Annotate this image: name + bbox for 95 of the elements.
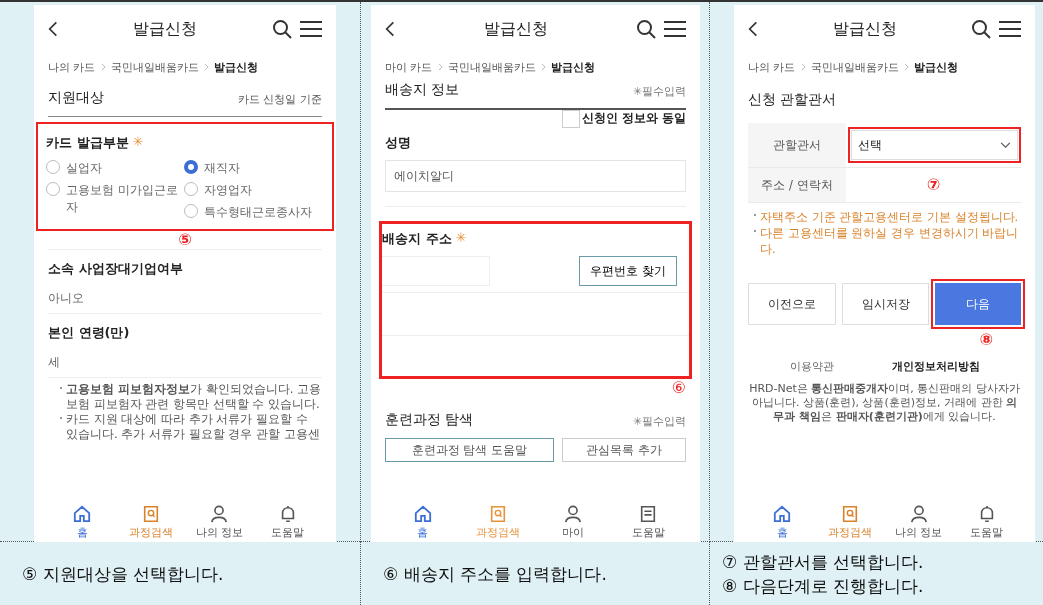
book-icon[interactable] xyxy=(639,504,658,523)
nav-label[interactable]: 도움말 xyxy=(970,524,1004,540)
nav-label[interactable]: 도움말 xyxy=(631,524,665,540)
group-label: 카드 발급부분 xyxy=(46,134,129,152)
chevron-down-icon xyxy=(1000,141,1011,149)
nav-label[interactable]: 나의 정보 xyxy=(894,524,943,540)
chevron-right-icon xyxy=(800,63,806,71)
section-note: 카드 신청일 기준 xyxy=(238,92,322,107)
step-caption: ⑧ 다음단계로 진행합니다. xyxy=(722,575,925,598)
step-marker: ⑦ xyxy=(926,176,941,194)
step-marker: ⑧ xyxy=(979,331,993,349)
field-value: 아니오 xyxy=(48,290,85,307)
search-help-button[interactable]: 관심목록 추가 xyxy=(561,438,686,462)
search-help-button[interactable]: 훈련과정 탐색 도움말 xyxy=(385,438,554,462)
step-marker: ⑥ xyxy=(671,379,686,397)
postcode-search-button[interactable]: 우편번호 찾기 xyxy=(579,256,677,286)
field-label: 본인 연령(만) xyxy=(48,324,131,342)
row-label: 주소 / 연락처 xyxy=(760,177,834,193)
step-caption: ⑥ 배송지 주소를 입력합니다. xyxy=(383,563,608,586)
search-icon[interactable] xyxy=(971,19,991,39)
step-caption: ⑤ 지원대상을 선택합니다. xyxy=(22,563,225,586)
required-mark: ✳ xyxy=(132,134,144,151)
action-button[interactable]: 이전으로 xyxy=(748,283,836,325)
menu-icon[interactable] xyxy=(300,20,322,38)
section-title: 배송지 정보 xyxy=(385,81,460,99)
note-text: 카드 지원 대상에 따라 추가 서류가 필요할 수 있습니다. 추가 서류가 필요할 경우 관할 고용센 xyxy=(66,412,321,442)
chevron-right-icon xyxy=(540,63,546,71)
screen-title: 발급신청 xyxy=(832,18,897,40)
nav-label[interactable]: 나의 정보 xyxy=(195,524,243,540)
breadcrumb-link[interactable]: 나의 카드 xyxy=(748,59,796,75)
footer-link[interactable]: 개인정보처리방침 xyxy=(891,359,980,374)
breadcrumb-link[interactable]: 마이 카드 xyxy=(385,59,433,75)
option-label: 실업자 xyxy=(66,160,103,177)
group-label: 배송지 주소 xyxy=(382,230,452,248)
search-icon[interactable] xyxy=(636,19,656,39)
breadcrumb-link[interactable]: 국민내일배움카드 xyxy=(110,59,199,75)
section-title: 지원대상 xyxy=(48,89,104,107)
chevron-right-icon xyxy=(903,63,909,71)
action-button[interactable]: 임시저장 xyxy=(841,283,930,325)
home-icon[interactable] xyxy=(413,504,432,523)
person-icon[interactable] xyxy=(210,504,229,523)
option-label: 특수형태근로종사자 xyxy=(204,204,313,221)
chevron-right-icon xyxy=(437,63,443,71)
screen-title: 발급신청 xyxy=(133,18,197,40)
search-document-icon[interactable] xyxy=(841,504,860,523)
breadcrumb-link[interactable]: 나의 카드 xyxy=(48,59,96,75)
person-icon[interactable] xyxy=(564,504,583,523)
breadcrumb-link[interactable]: 발급신청 xyxy=(550,59,595,75)
home-icon[interactable] xyxy=(773,504,792,523)
chevron-right-icon xyxy=(203,63,209,71)
field-value: 세 xyxy=(48,354,61,371)
search-icon[interactable] xyxy=(272,19,292,39)
field-label: 성명 xyxy=(385,134,412,152)
back-icon[interactable] xyxy=(748,20,758,38)
required-mark: ✳ xyxy=(455,230,467,247)
office-select[interactable]: 선택 xyxy=(848,127,1021,163)
option-label: 재직자 xyxy=(204,160,241,177)
back-icon[interactable] xyxy=(385,20,395,38)
nav-label[interactable]: 도움말 xyxy=(271,524,305,540)
notice-text: 자택주소 기준 관할고용센터로 기본 설정됩니다. xyxy=(760,209,1019,225)
required-note: ✳필수입력 xyxy=(632,84,686,99)
nav-label[interactable]: 홈 xyxy=(417,524,429,540)
nav-label[interactable]: 홈 xyxy=(76,524,88,540)
postcode-input[interactable] xyxy=(382,256,490,286)
checkbox-label: 신청인 정보와 동일 xyxy=(581,110,686,127)
section-title: 훈련과정 탐색 xyxy=(385,411,474,429)
radio-button[interactable] xyxy=(184,160,198,174)
step-caption: ⑦ 관할관서를 선택합니다. xyxy=(722,551,925,574)
menu-icon[interactable] xyxy=(664,20,686,38)
name-input[interactable]: 에이치알디 xyxy=(385,160,686,192)
home-icon[interactable] xyxy=(73,504,92,523)
back-icon[interactable] xyxy=(48,20,58,38)
footer-text: HRD-Net은 통신판매중개자이며, 통신판매의 당사자가 아닙니다. 상품(훈련), 상품(훈련)정보, 거래에 관한 의무과 책임은 판매자(훈련기관)에게 있습니다. xyxy=(748,382,1021,424)
required-note: ✳필수입력 xyxy=(632,414,686,429)
menu-icon[interactable] xyxy=(999,20,1021,38)
screen-title: 발급신청 xyxy=(483,18,548,40)
breadcrumb-link[interactable]: 국민내일배움카드 xyxy=(447,59,536,75)
breadcrumb-link[interactable]: 발급신청 xyxy=(913,59,958,75)
note-text: 고용보험 피보험자정보가 확인되었습니다. 고용보험 피보험자 관련 항목만 선택할 수 있습니다. xyxy=(66,382,322,412)
checkbox[interactable] xyxy=(561,110,580,128)
field-label: 소속 사업장대기업여부 xyxy=(48,260,184,278)
option-label: 자영업자 xyxy=(204,182,253,199)
footer-link[interactable]: 이용약관 xyxy=(789,359,834,374)
row-label: 관할관서 xyxy=(772,137,822,153)
section-title: 신청 관할관서 xyxy=(748,91,838,109)
step-marker: ⑤ xyxy=(178,231,192,249)
nav-label[interactable]: 마이 xyxy=(562,524,585,540)
search-document-icon[interactable] xyxy=(141,504,160,523)
person-icon[interactable] xyxy=(909,504,928,523)
breadcrumb-link[interactable]: 국민내일배움카드 xyxy=(810,59,899,75)
notice-text: 다른 고용센터를 원하실 경우 변경하시기 바랍니다. xyxy=(760,225,1020,257)
option-label: 고용보험 미가입근로자 xyxy=(66,182,179,216)
nav-label[interactable]: 홈 xyxy=(776,524,788,540)
breadcrumb-link[interactable]: 발급신청 xyxy=(213,59,258,75)
chevron-right-icon xyxy=(100,63,106,71)
